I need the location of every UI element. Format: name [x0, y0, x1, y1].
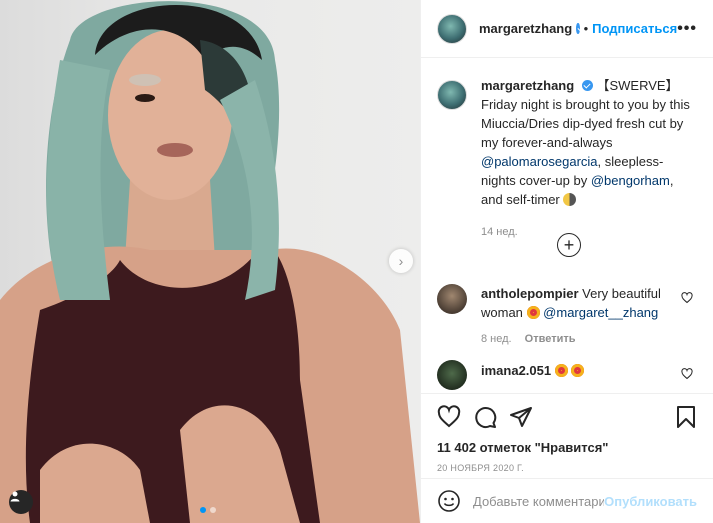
- more-options-icon[interactable]: •••: [677, 20, 697, 38]
- heart-eyes-emoji: [554, 364, 568, 377]
- likes-count[interactable]: 11 402 отметок "Нравится": [437, 440, 697, 455]
- caption-text: margaretzhang 【SWERVE】Friday night is br…: [481, 76, 697, 209]
- caption: margaretzhang 【SWERVE】Friday night is br…: [437, 76, 697, 238]
- smile-icon[interactable]: [437, 489, 461, 513]
- share-icon[interactable]: [509, 405, 533, 429]
- plus-circle-icon: +: [563, 235, 575, 255]
- moon-emoji: [563, 193, 577, 206]
- caption-username[interactable]: margaretzhang: [481, 78, 574, 93]
- chevron-right-icon: ›: [398, 253, 404, 269]
- comment-icon[interactable]: [473, 405, 497, 429]
- heart-eyes-emoji: [526, 306, 540, 319]
- next-photo-button[interactable]: ›: [389, 249, 413, 273]
- caption-time[interactable]: 14 нед.: [481, 226, 697, 238]
- comment-item: imana2.051: [437, 360, 697, 390]
- separator: •: [583, 21, 589, 36]
- comment-item: antholepompier Very beautiful woman @mar…: [437, 284, 697, 349]
- carousel-dots: [200, 507, 216, 513]
- load-more-comments-button[interactable]: +: [557, 233, 581, 257]
- comment-input[interactable]: Добавьте комментарий...: [473, 494, 604, 509]
- author-username[interactable]: margaretzhang: [479, 21, 572, 36]
- avatar[interactable]: [437, 284, 467, 314]
- avatar[interactable]: [437, 13, 467, 44]
- heart-eyes-emoji: [571, 364, 585, 377]
- user-tag-button[interactable]: [9, 490, 33, 514]
- heart-icon[interactable]: [681, 368, 693, 380]
- reply-button[interactable]: Ответить: [525, 333, 576, 345]
- post-actions: 11 402 отметок "Нравится" 20 НОЯБРЯ 2020…: [421, 393, 713, 473]
- carousel-dot: [200, 507, 206, 513]
- mention-link[interactable]: @palomarosegarcia: [481, 154, 598, 169]
- verified-icon: [576, 23, 580, 34]
- comment-username[interactable]: antholepompier: [481, 286, 579, 301]
- follow-button[interactable]: Подписаться: [592, 21, 677, 36]
- comment-username[interactable]: imana2.051: [481, 363, 551, 378]
- heart-icon[interactable]: [681, 292, 693, 304]
- add-comment-bar: Добавьте комментарий... Опубликовать: [421, 478, 713, 523]
- avatar[interactable]: [437, 360, 467, 390]
- post-date: 20 НОЯБРЯ 2020 Г.: [437, 463, 524, 473]
- mention-link[interactable]: @margaret__zhang: [543, 305, 658, 320]
- comment-time: 8 нед.: [481, 333, 512, 345]
- carousel-dot: [210, 507, 216, 513]
- avatar[interactable]: [437, 80, 467, 110]
- post-photo[interactable]: ›: [0, 0, 420, 523]
- post-header: margaretzhang • Подписаться •••: [421, 0, 713, 58]
- publish-button[interactable]: Опубликовать: [604, 494, 697, 509]
- user-tag-icon: [10, 491, 20, 502]
- post-panel: margaretzhang • Подписаться ••• margaret…: [420, 0, 713, 523]
- verified-icon: [581, 80, 593, 91]
- bookmark-icon[interactable]: [675, 405, 697, 429]
- mention-link[interactable]: @bengorham: [591, 173, 670, 188]
- heart-icon[interactable]: [437, 405, 461, 429]
- photo-illustration: [0, 1, 420, 523]
